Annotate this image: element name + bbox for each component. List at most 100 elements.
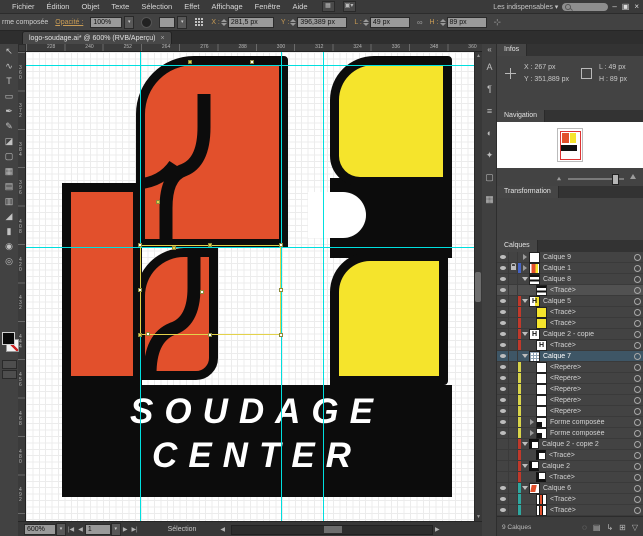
layer-row[interactable]: <Tracé>: [497, 284, 643, 296]
lock-toggle[interactable]: [509, 329, 518, 339]
bridge-icon[interactable]: ▦: [321, 1, 335, 12]
visibility-toggle[interactable]: [497, 307, 509, 317]
layer-target[interactable]: [632, 264, 643, 272]
graph-tool-icon[interactable]: ▮: [0, 224, 18, 239]
new-layer-icon[interactable]: ⊞: [616, 523, 629, 532]
artboard-field[interactable]: 1: [84, 524, 111, 535]
layer-row[interactable]: Calque 7: [497, 350, 643, 362]
restore-button[interactable]: ▣: [622, 2, 630, 12]
eyedropper-tool-icon[interactable]: ◢: [0, 209, 18, 224]
lock-toggle[interactable]: [509, 318, 518, 328]
style-dropdown[interactable]: ▾: [177, 15, 188, 29]
layer-target[interactable]: [632, 396, 643, 404]
opacity-dropdown[interactable]: ▾: [124, 15, 135, 29]
layer-target[interactable]: [632, 330, 643, 338]
layer-row[interactable]: H Calque 5: [497, 295, 643, 307]
minimize-button[interactable]: –: [612, 2, 616, 12]
anchor-point[interactable]: [200, 290, 204, 294]
close-button[interactable]: ×: [634, 2, 639, 12]
lock-toggle[interactable]: [509, 472, 518, 482]
visibility-toggle[interactable]: [497, 296, 509, 306]
menu-item-texte[interactable]: Texte: [105, 1, 135, 12]
layer-target[interactable]: [632, 374, 643, 382]
visibility-toggle[interactable]: [497, 395, 509, 405]
anchor-point[interactable]: [279, 333, 283, 337]
artboard-tool-icon[interactable]: ▢: [0, 149, 18, 164]
last-artboard-icon[interactable]: ▶|: [129, 526, 139, 533]
collapse-panels-icon[interactable]: «: [482, 44, 497, 56]
visibility-toggle[interactable]: [497, 472, 509, 482]
menu-item-fichier[interactable]: Fichier: [6, 1, 41, 12]
layer-thumbnail[interactable]: [529, 461, 539, 471]
anchor-point[interactable]: [156, 200, 160, 204]
artboard-dropdown[interactable]: ▾: [110, 523, 121, 536]
expand-toggle[interactable]: [521, 277, 529, 281]
layer-target[interactable]: [632, 407, 643, 415]
transparency-panel-icon[interactable]: ◐: [482, 122, 497, 144]
visibility-toggle[interactable]: [497, 285, 509, 295]
perspective-grid-tool-icon[interactable]: ▦: [0, 164, 18, 179]
expand-toggle[interactable]: [521, 354, 529, 358]
layer-thumbnail[interactable]: H: [529, 295, 540, 307]
layer-thumbnail[interactable]: [536, 427, 547, 439]
layer-target[interactable]: [632, 506, 643, 514]
zoom-in-mountain-icon[interactable]: [630, 174, 636, 179]
lock-toggle[interactable]: [509, 296, 518, 306]
visibility-toggle[interactable]: [497, 274, 509, 284]
transform-panel-tab[interactable]: Transformation: [497, 186, 559, 198]
guide-vertical[interactable]: [323, 52, 324, 521]
horizontal-scroll-thumb[interactable]: [324, 525, 343, 533]
visibility-toggle[interactable]: [497, 362, 509, 372]
recolor-artwork-icon[interactable]: [194, 17, 205, 27]
hscroll-right-icon[interactable]: ▶: [433, 526, 442, 533]
layer-row[interactable]: Calque 2 - copie 2: [497, 439, 643, 450]
navigation-preview[interactable]: [497, 122, 643, 168]
layer-row[interactable]: <Repère>: [497, 372, 643, 384]
menu-item-aide[interactable]: Aide: [286, 1, 313, 12]
lock-toggle[interactable]: [509, 406, 518, 416]
visibility-toggle[interactable]: [497, 461, 509, 471]
opacity-field[interactable]: 100%: [90, 16, 123, 28]
visibility-toggle[interactable]: [497, 417, 509, 427]
navigation-panel-tab[interactable]: Navigation: [497, 110, 546, 122]
layer-thumbnail[interactable]: [529, 439, 539, 449]
anchor-point[interactable]: [138, 243, 142, 247]
lock-toggle[interactable]: [509, 362, 518, 372]
pathfinder-panel-icon[interactable]: ▦: [482, 188, 497, 210]
anchor-point[interactable]: [138, 333, 142, 337]
anchor-point[interactable]: [279, 243, 283, 247]
y-field[interactable]: 396,389 px: [297, 16, 348, 28]
appearance-panel-icon[interactable]: ≡: [482, 100, 497, 122]
layer-thumbnail[interactable]: [536, 361, 547, 373]
layer-row[interactable]: <Repère>: [497, 361, 643, 373]
workspace-switcher[interactable]: Les indispensables ▾: [493, 3, 558, 11]
layer-row[interactable]: <Tracé>: [497, 504, 643, 516]
layer-target[interactable]: [632, 473, 643, 481]
layer-thumbnail[interactable]: [536, 317, 547, 329]
visibility-toggle[interactable]: [497, 384, 509, 394]
layer-row[interactable]: Calque 6: [497, 482, 643, 494]
layers-panel-tab[interactable]: Calques: [497, 240, 538, 252]
height-field[interactable]: 89 px: [446, 16, 487, 28]
lock-toggle[interactable]: [509, 439, 518, 449]
anchor-point[interactable]: [188, 60, 192, 64]
lock-toggle[interactable]: [509, 483, 518, 493]
lock-toggle[interactable]: [509, 417, 518, 427]
next-artboard-icon[interactable]: ▶: [121, 526, 130, 533]
lock-toggle[interactable]: [509, 252, 518, 262]
layer-thumbnail[interactable]: [536, 284, 547, 296]
close-tab-icon[interactable]: ×: [160, 35, 164, 42]
layer-target[interactable]: [632, 286, 643, 294]
layer-thumbnail[interactable]: [536, 493, 547, 505]
layer-thumbnail[interactable]: [536, 306, 547, 318]
layer-target[interactable]: [632, 275, 643, 283]
new-sublayer-icon[interactable]: ↳: [603, 523, 616, 532]
layer-row[interactable]: Calque 1: [497, 262, 643, 274]
x-field[interactable]: 281,5 px: [227, 16, 274, 28]
layer-thumbnail[interactable]: [536, 383, 547, 395]
lock-toggle[interactable]: [509, 307, 518, 317]
visibility-toggle[interactable]: [497, 450, 509, 460]
hscroll-left-icon[interactable]: ◀: [218, 526, 227, 533]
layer-row[interactable]: <Tracé>: [497, 493, 643, 505]
layer-target[interactable]: [632, 429, 643, 437]
